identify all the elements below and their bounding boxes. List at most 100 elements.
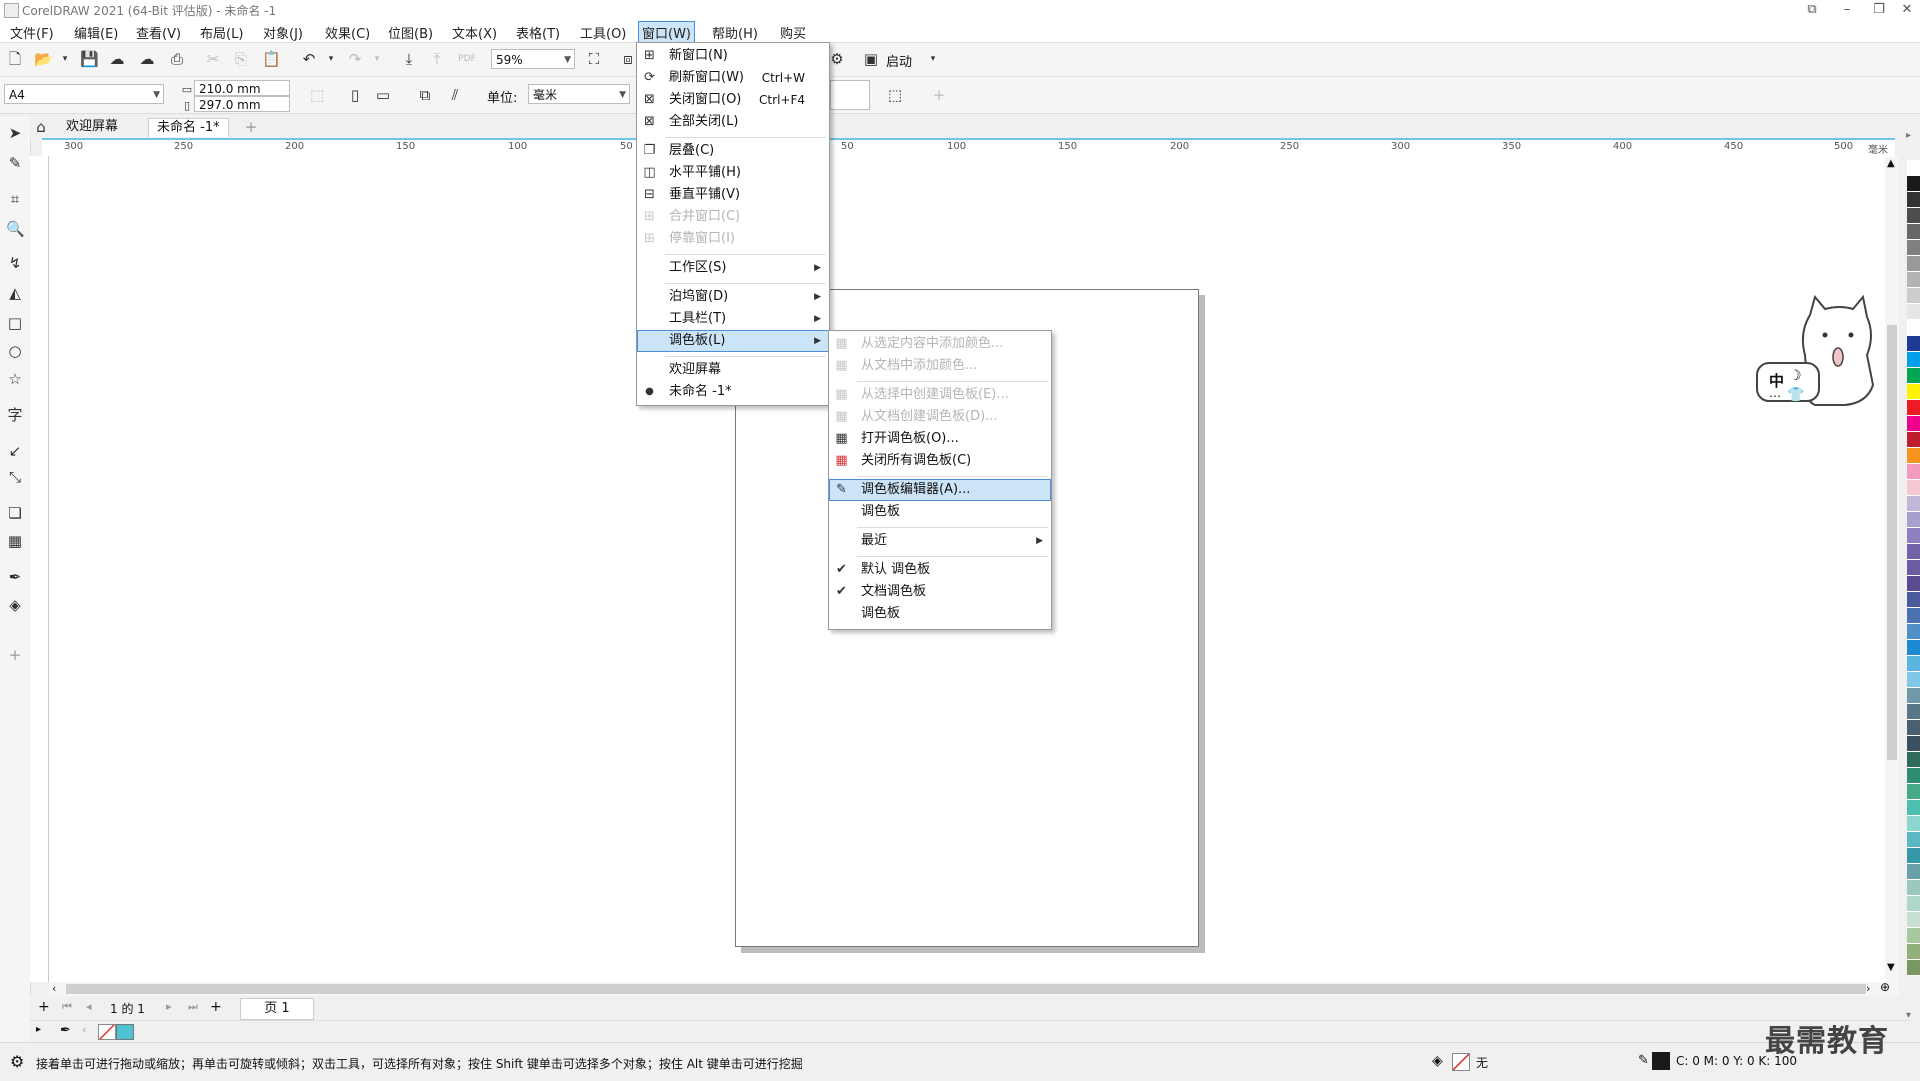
paste-icon[interactable]: 📋	[262, 50, 281, 68]
launch-dropdown-icon[interactable]: ▾	[924, 50, 942, 68]
palette-left-icon[interactable]: ‹	[82, 1023, 86, 1036]
fill-tool-icon[interactable]: ◈	[6, 596, 24, 614]
menu-tools[interactable]: 工具(O)	[580, 23, 626, 42]
pick-tool-icon[interactable]: ➤	[6, 124, 24, 142]
import-icon[interactable]: ⤓	[400, 50, 418, 68]
menu-item-document[interactable]: ● 未命名 -1*	[637, 381, 829, 403]
horizontal-ruler[interactable]: 300 250 200 150 100 50 50 100 150 200 25…	[42, 138, 1895, 159]
transparency-tool-icon[interactable]: ▦	[6, 532, 24, 550]
freehand-tool-icon[interactable]: ↯	[6, 254, 24, 272]
page-size-select[interactable]: A4 ▼	[4, 84, 164, 104]
blend-tool-icon[interactable]: ⤡	[6, 468, 24, 486]
open-folder-icon[interactable]: 📂	[34, 50, 53, 68]
palette-swatch[interactable]	[1907, 432, 1920, 448]
last-page-icon[interactable]: ⏭	[188, 1000, 198, 1014]
zoom-navigator-icon[interactable]: ⊕	[1880, 980, 1890, 994]
add-tool-icon[interactable]: +	[6, 646, 24, 664]
palette-swatch[interactable]	[1907, 160, 1920, 176]
palette-swatch[interactable]	[1907, 384, 1920, 400]
menu-view[interactable]: 查看(V)	[136, 23, 181, 42]
palette-swatch[interactable]	[1907, 448, 1920, 464]
units-dropdown-icon[interactable]: ▼	[619, 85, 626, 105]
palette-swatch[interactable]	[1907, 880, 1920, 896]
menu-item-palette-editor[interactable]: ✎ 调色板编辑器(A)...	[829, 479, 1051, 501]
fill-none-swatch[interactable]	[1452, 1053, 1470, 1071]
pen-outline-icon[interactable]: ✎	[1638, 1053, 1649, 1068]
palette-swatch[interactable]	[1907, 352, 1920, 368]
vertical-ruler[interactable]	[30, 156, 49, 982]
launch-icon[interactable]: ▣	[862, 50, 880, 68]
menu-help[interactable]: 帮助(H)	[712, 23, 758, 42]
menu-item-new-window[interactable]: ⊞ 新窗口(N)	[637, 45, 829, 67]
palette-swatch[interactable]	[1907, 368, 1920, 384]
shadow-tool-icon[interactable]: ❏	[6, 504, 24, 522]
palette-swatch[interactable]	[1907, 832, 1920, 848]
transform-icon[interactable]: ⬚	[886, 86, 904, 104]
restore-small-icon[interactable]: ⧉	[1795, 0, 1829, 20]
menu-item-close-all-palettes[interactable]: ▦ 关闭所有调色板(C)	[829, 450, 1051, 472]
landscape-icon[interactable]: ▭	[374, 86, 392, 104]
palette-swatch[interactable]	[1907, 464, 1920, 480]
palette-swatch[interactable]	[1907, 928, 1920, 944]
menu-item-recent[interactable]: 最近 ▶	[829, 530, 1051, 552]
scroll-down-icon[interactable]: ▼	[1887, 962, 1895, 973]
scroll-up-icon[interactable]: ▲	[1887, 158, 1895, 169]
menu-bitmaps[interactable]: 位图(B)	[388, 23, 433, 42]
menu-item-palette-2[interactable]: 调色板	[829, 603, 1051, 625]
settings-icon[interactable]: ⚙	[828, 50, 846, 68]
palette-swatch[interactable]	[1907, 592, 1920, 608]
tab-document[interactable]: 未命名 -1*	[148, 118, 229, 137]
palette-swatch[interactable]	[1907, 256, 1920, 272]
menu-effects[interactable]: 效果(C)	[325, 23, 370, 42]
palette-swatch[interactable]	[1907, 192, 1920, 208]
menu-item-toolbars[interactable]: 工具栏(T) ▶	[637, 308, 829, 330]
portrait-icon[interactable]: ▯	[346, 86, 364, 104]
palette-swatch[interactable]	[1907, 752, 1920, 768]
menu-buy[interactable]: 购买	[780, 23, 806, 42]
new-tab-icon[interactable]: +	[242, 118, 260, 136]
palette-swatch[interactable]	[1907, 688, 1920, 704]
palette-swatch[interactable]	[1907, 736, 1920, 752]
home-icon[interactable]: ⌂	[32, 118, 50, 136]
text-tool-icon[interactable]: 字	[6, 406, 24, 424]
first-page-icon[interactable]: ⏮	[62, 1000, 72, 1014]
palette-swatch[interactable]	[1907, 704, 1920, 720]
menu-table[interactable]: 表格(T)	[516, 23, 560, 42]
print-icon[interactable]: ⎙	[168, 50, 186, 68]
export-pdf-icon[interactable]: PDF	[458, 50, 476, 68]
palette-swatch[interactable]	[1907, 768, 1920, 784]
palette-swatch[interactable]	[1907, 864, 1920, 880]
menu-item-palette[interactable]: 调色板	[829, 501, 1051, 523]
palette-swatch[interactable]	[1907, 288, 1920, 304]
tab-welcome-screen[interactable]: 欢迎屏幕	[58, 118, 126, 136]
smart-fill-icon[interactable]: ◭	[6, 284, 24, 302]
scroll-left-icon[interactable]: ‹	[52, 982, 56, 995]
palette-swatch[interactable]	[1907, 800, 1920, 816]
document-color-swatch[interactable]	[116, 1024, 134, 1040]
menu-item-default-palette[interactable]: ✔ 默认 调色板	[829, 559, 1051, 581]
menu-edit[interactable]: 编辑(E)	[74, 23, 118, 42]
zoom-dropdown-icon[interactable]: ▼	[564, 50, 571, 70]
zoom-tool-icon[interactable]: 🔍	[6, 220, 25, 238]
menu-object[interactable]: 对象(J)	[263, 23, 303, 42]
menu-item-welcome-screen[interactable]: 欢迎屏幕	[637, 359, 829, 381]
palette-swatch[interactable]	[1907, 912, 1920, 928]
palette-swatch[interactable]	[1907, 304, 1920, 320]
close-button[interactable]: ✕	[1890, 0, 1920, 20]
menu-item-workspace[interactable]: 工作区(S) ▶	[637, 257, 829, 279]
page-tab[interactable]: 页 1	[240, 998, 314, 1020]
palette-swatch[interactable]	[1907, 416, 1920, 432]
undo-icon[interactable]: ↶	[300, 50, 318, 68]
palette-swatch[interactable]	[1907, 720, 1920, 736]
palette-swatch[interactable]	[1907, 224, 1920, 240]
gear-icon[interactable]: ⚙	[10, 1052, 24, 1071]
menu-item-color-palettes[interactable]: 调色板(L) ▶	[637, 330, 829, 352]
menu-item-refresh-window[interactable]: ⟳ 刷新窗口(W) Ctrl+W	[637, 67, 829, 89]
palette-swatch[interactable]	[1907, 896, 1920, 912]
export-icon[interactable]: ⤒	[428, 50, 446, 68]
palette-swatch[interactable]	[1907, 640, 1920, 656]
align-icon[interactable]: ⫽	[446, 86, 464, 104]
chevron-down-icon[interactable]: ▾	[56, 50, 74, 68]
palette-swatch[interactable]	[1907, 512, 1920, 528]
menu-item-tile-horizontal[interactable]: ◫ 水平平铺(H)	[637, 162, 829, 184]
